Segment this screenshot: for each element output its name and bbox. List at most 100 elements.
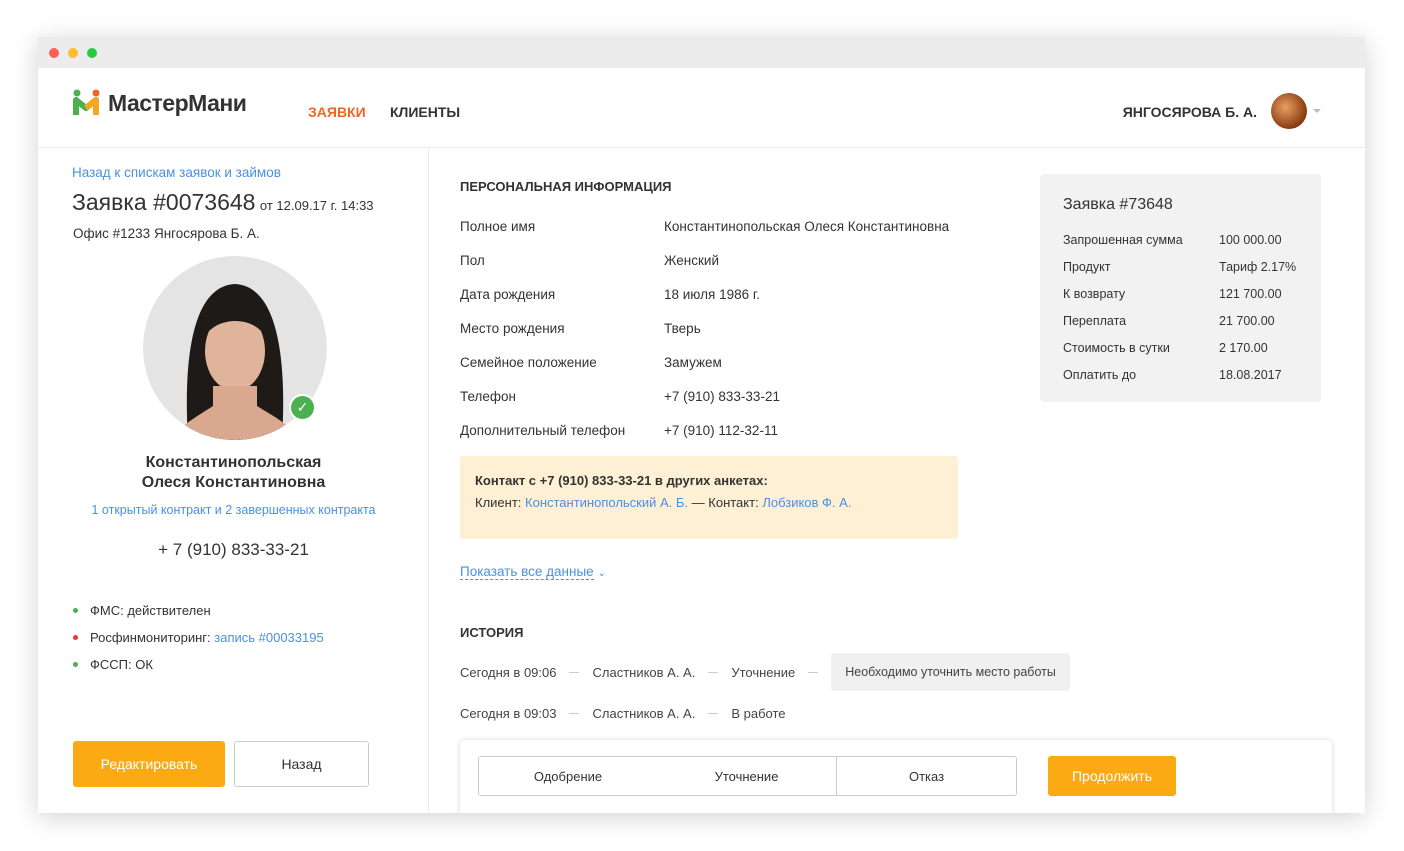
card-row: Продукт Тариф 2.17% <box>1063 260 1296 274</box>
decision-panel: Одобрение Уточнение Отказ Продолжить <box>460 740 1332 813</box>
info-label: Телефон <box>460 389 517 404</box>
contact-label: — Контакт: <box>688 495 763 510</box>
brand-name: МастерМани <box>108 89 247 116</box>
history-author: Сластников А. А. <box>592 664 696 680</box>
check-rosfin: Росфинмониторинг: запись #00033195 <box>73 630 324 645</box>
app-window: МастерМани ЗАЯВКИ КЛИЕНТЫ ЯНГОСЯРОВА Б. … <box>38 37 1365 813</box>
close-window-button[interactable] <box>49 48 59 58</box>
card-row: Запрошенная сумма 100 000.00 <box>1063 233 1282 247</box>
user-name[interactable]: ЯНГОСЯРОВА Б. А. <box>1123 104 1257 120</box>
show-all-link[interactable]: Показать все данные ⌄ <box>460 564 606 580</box>
history-heading: ИСТОРИЯ <box>460 625 524 640</box>
card-label: К возврату <box>1063 287 1126 301</box>
option-approve[interactable]: Одобрение <box>478 756 658 796</box>
status-dot-icon <box>73 608 78 613</box>
user-avatar[interactable] <box>1271 93 1307 129</box>
contact-link[interactable]: Лобзиков Ф. А. <box>762 495 851 510</box>
contracts-link[interactable]: 1 открытый контракт и 2 завершенных конт… <box>38 503 429 517</box>
info-value: 18 июля 1986 г. <box>664 287 760 302</box>
history-note: Необходимо уточнить место работы <box>831 653 1070 691</box>
info-row: Полное имя Константинопольская Олеся Конс… <box>460 219 949 234</box>
check-label: ФССП: ОК <box>90 657 153 672</box>
client-name-line1: Константинопольская <box>145 454 322 471</box>
info-label: Дополнительный телефон <box>460 423 626 438</box>
personal-heading: ПЕРСОНАЛЬНАЯ ИНФОРМАЦИЯ <box>460 179 672 194</box>
office-info: Офис #1233 Янгосярова Б. А. <box>73 226 260 241</box>
check-label: Росфинмониторинг: <box>90 630 215 645</box>
card-row: К возврату 121 700.00 <box>1063 287 1282 301</box>
history-author: Сластников А. А. <box>592 706 696 721</box>
card-value: 21 700.00 <box>1219 314 1275 328</box>
logo-icon <box>73 89 100 115</box>
card-value: Тариф 2.17% <box>1219 260 1297 274</box>
check-label: ФМС: действителен <box>90 603 211 618</box>
top-header: МастерМани ЗАЯВКИ КЛИЕНТЫ ЯНГОСЯРОВА Б. … <box>38 68 1365 148</box>
card-label: Переплата <box>1063 314 1127 328</box>
info-label: Место рождения <box>460 321 565 336</box>
info-label: Полное имя <box>460 219 536 234</box>
card-label: Стоимость в сутки <box>1063 341 1170 355</box>
info-row: Дата рождения 18 июля 1986 г. <box>460 287 760 302</box>
info-value: Замужем <box>664 355 722 370</box>
card-row: Стоимость в сутки 2 170.00 <box>1063 341 1268 355</box>
info-value: +7 (910) 833-33-21 <box>664 389 780 404</box>
info-label: Семейное положение <box>460 355 597 370</box>
contact-warning: Контакт с +7 (910) 833-33-21 в других ан… <box>460 456 958 539</box>
request-summary-card: Заявка #73648 Запрошенная сумма 100 000.0… <box>1040 174 1321 402</box>
maximize-window-button[interactable] <box>87 48 97 58</box>
card-value: 18.08.2017 <box>1219 368 1282 382</box>
minimize-window-button[interactable] <box>68 48 78 58</box>
info-value: Тверь <box>664 321 701 336</box>
check-fms: ФМС: действителен <box>73 603 211 618</box>
rosfin-record-link[interactable]: запись #00033195 <box>214 630 323 645</box>
chevron-down-icon: ⌄ <box>597 568 606 579</box>
card-value: 100 000.00 <box>1219 233 1282 247</box>
card-label: Оплатить до <box>1063 368 1137 382</box>
back-to-list-link[interactable]: Назад к спискам заявок и займов <box>72 165 281 180</box>
title-bar <box>38 37 1365 68</box>
client-phone: + 7 (910) 833-33-21 <box>158 540 309 559</box>
history-time: Сегодня в 09:06 <box>460 664 557 680</box>
card-label: Продукт <box>1063 260 1111 274</box>
request-title: Заявка #0073648 <box>72 189 256 215</box>
logo[interactable]: МастерМани <box>72 89 247 117</box>
card-label: Запрошенная сумма <box>1063 233 1183 247</box>
card-value: 2 170.00 <box>1219 341 1268 355</box>
info-row: Пол Женский <box>460 253 719 268</box>
info-label: Дата рождения <box>460 287 556 302</box>
history-status: Уточнение <box>731 664 796 680</box>
client-name-line2: Олеся Константиновна <box>141 474 326 491</box>
option-reject[interactable]: Отказ <box>836 756 1017 796</box>
request-date: от 12.09.17 г. 14:33 <box>259 198 374 213</box>
status-dot-icon <box>73 662 78 667</box>
card-row: Переплата 21 700.00 <box>1063 314 1275 328</box>
client-link[interactable]: Константинопольский А. Б. <box>525 495 688 510</box>
nav-tab-clients[interactable]: КЛИЕНТЫ <box>390 104 460 120</box>
check-fssp: ФССП: ОК <box>73 657 153 672</box>
client-label: Клиент: <box>475 495 526 510</box>
info-label: Пол <box>460 253 485 268</box>
contact-title: Контакт с +7 (910) 833-33-21 в других ан… <box>475 473 768 488</box>
info-value: +7 (910) 112-32-11 <box>664 423 778 438</box>
continue-button[interactable]: Продолжить <box>1048 756 1176 796</box>
info-value: Константинопольская Олеся Константиновна <box>664 219 950 234</box>
option-clarify[interactable]: Уточнение <box>657 756 837 796</box>
info-row: Дополнительный телефон +7 (910) 112-32-11 <box>460 423 778 438</box>
history-item: Сегодня в 09:03 Сластников А. А. В работе <box>460 706 786 721</box>
card-title: Заявка #73648 <box>1063 196 1173 213</box>
status-dot-icon <box>73 635 78 640</box>
chevron-down-icon[interactable] <box>1313 109 1321 113</box>
history-status: В работе <box>731 706 786 721</box>
show-all-label: Показать все данные <box>460 564 594 580</box>
client-sidebar: Назад к спискам заявок и займов Заявка #… <box>38 149 429 813</box>
history-item: Сегодня в 09:06 Сластников А. А. Уточнение… <box>460 653 1070 691</box>
verified-check-icon: ✓ <box>289 394 316 421</box>
history-time: Сегодня в 09:03 <box>460 706 557 721</box>
nav-tab-requests[interactable]: ЗАЯВКИ <box>308 104 366 120</box>
info-value: Женский <box>664 253 720 268</box>
card-row: Оплатить до 18.08.2017 <box>1063 368 1282 382</box>
info-row: Телефон +7 (910) 833-33-21 <box>460 389 780 404</box>
back-button[interactable]: Назад <box>234 741 369 787</box>
edit-button[interactable]: Редактировать <box>73 741 225 787</box>
info-row: Место рождения Тверь <box>460 321 701 336</box>
